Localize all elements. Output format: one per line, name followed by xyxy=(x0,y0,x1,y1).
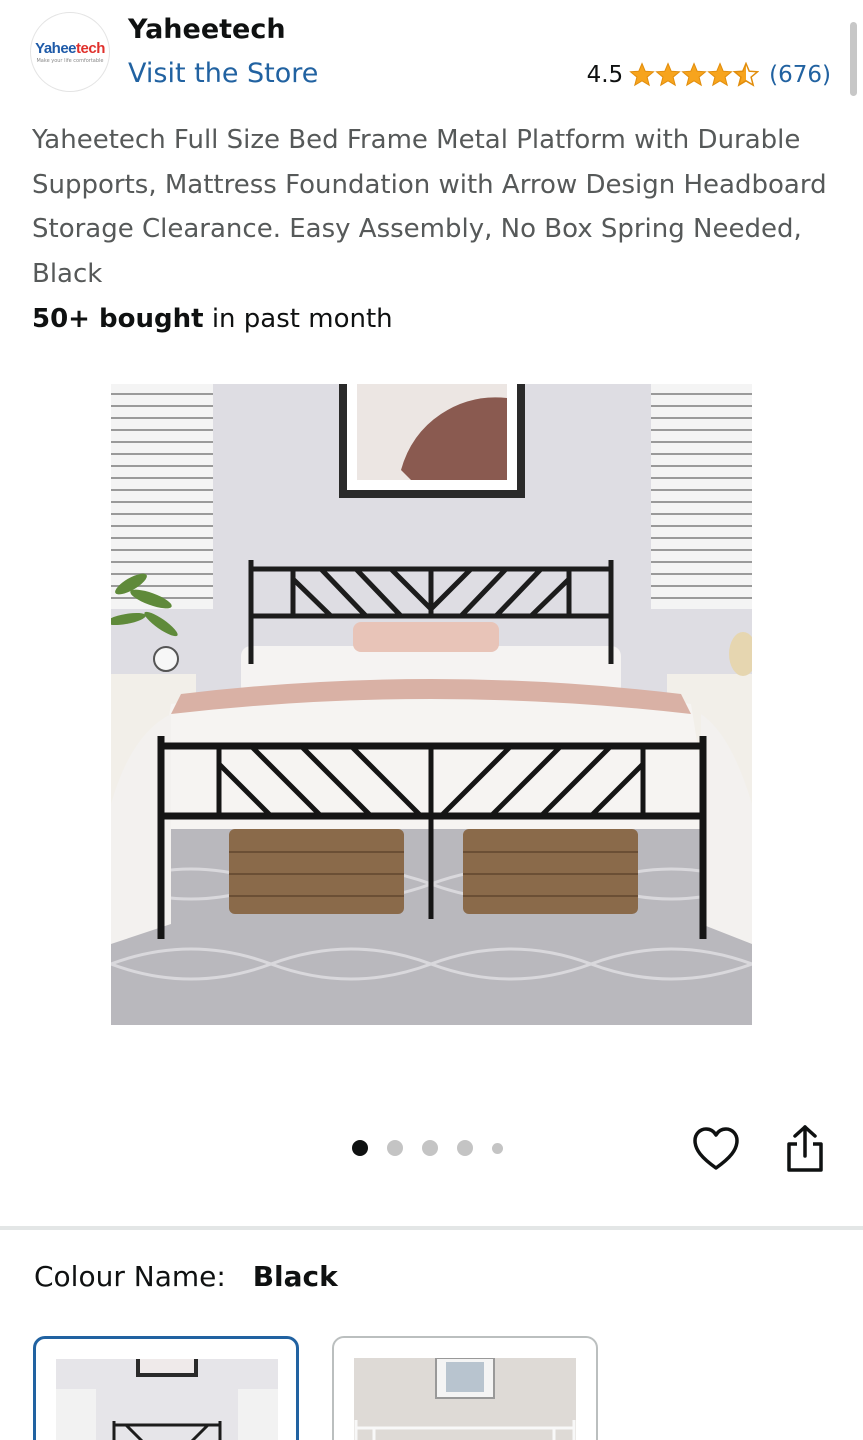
bought-count-rest: in past month xyxy=(203,304,393,334)
bought-count: 50+ bought in past month xyxy=(32,304,393,334)
variant-swatch-black[interactable] xyxy=(33,1336,299,1440)
section-divider xyxy=(0,1226,863,1230)
variant-thumbnail xyxy=(354,1358,576,1440)
share-button[interactable] xyxy=(784,1124,826,1174)
bought-count-bold: 50+ bought xyxy=(32,304,204,334)
variant-swatch-white[interactable] xyxy=(332,1336,598,1440)
share-icon xyxy=(787,1125,823,1172)
product-title: Yaheetech Full Size Bed Frame Metal Plat… xyxy=(32,125,827,289)
variant-label: Colour Name: xyxy=(34,1260,226,1293)
star-rating-icon xyxy=(630,62,759,86)
variant-selected-value: Black xyxy=(252,1260,338,1293)
brand-logo-wordmark: Yaheetech xyxy=(35,39,105,57)
visit-store-link[interactable]: Visit the Store xyxy=(128,58,318,89)
product-header: Yaheetech Make your life comfortable Yah… xyxy=(0,0,863,110)
image-carousel-dots xyxy=(352,1140,522,1156)
carousel-dot[interactable] xyxy=(422,1140,438,1156)
product-main-image[interactable] xyxy=(111,384,752,1025)
carousel-dot[interactable] xyxy=(457,1140,473,1156)
rating-count[interactable]: (676) xyxy=(769,62,831,88)
wishlist-button[interactable] xyxy=(692,1126,740,1172)
heart-icon xyxy=(693,1127,739,1170)
brand-logo-tagline: Make your life comfortable xyxy=(36,57,104,64)
brand-logo[interactable]: Yaheetech Make your life comfortable xyxy=(30,12,110,92)
variant-selector-header: Colour Name: Black xyxy=(34,1260,338,1293)
rating-score: 4.5 xyxy=(586,62,624,88)
rating-summary[interactable]: 4.5 (676) xyxy=(587,62,831,88)
rating-stars xyxy=(629,62,759,88)
carousel-dot[interactable] xyxy=(387,1140,403,1156)
carousel-dot[interactable] xyxy=(492,1142,503,1154)
variant-thumbnail xyxy=(56,1359,278,1440)
carousel-dot[interactable] xyxy=(352,1140,368,1156)
brand-name[interactable]: Yaheetech xyxy=(128,14,286,45)
